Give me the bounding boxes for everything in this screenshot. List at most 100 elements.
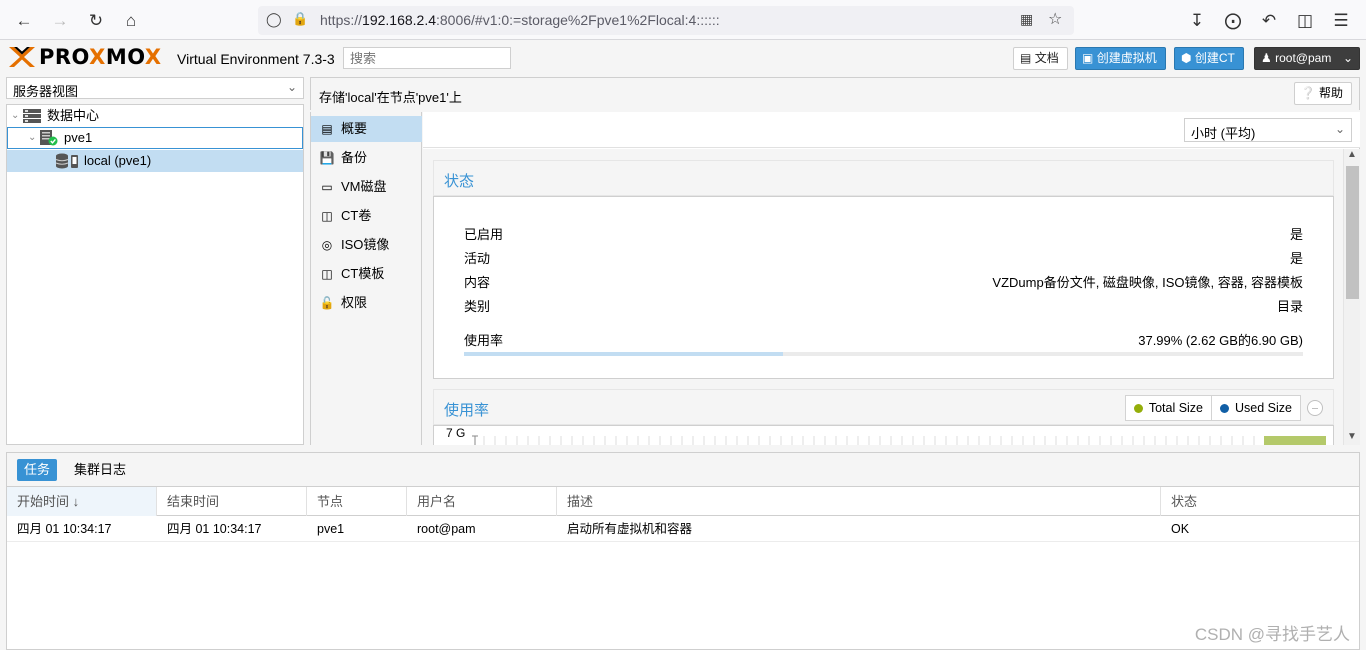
usage-chart-title: 使用率	[444, 402, 490, 419]
shield-icon: ◯	[266, 11, 282, 27]
submenu-item-vm-disks[interactable]: ▭ VM磁盘	[311, 174, 422, 200]
back-icon[interactable]: ←	[11, 8, 37, 34]
y-axis-top-label: 7 G	[446, 426, 466, 440]
help-icon: ❔	[1300, 86, 1316, 100]
cube-icon: ⬢	[1181, 51, 1192, 65]
summary-panel: 小时 (平均) ⌄ 状态 已启用是 活动是 内容 VZDump备份文件, 磁盘映像…	[423, 112, 1360, 445]
home-icon[interactable]: ⌂	[118, 8, 144, 34]
legend-dot	[1220, 403, 1230, 413]
help-button[interactable]: ❔ 帮助	[1293, 82, 1352, 105]
browser-toolbar: ← → ↻ ⌂ ◯ 🔒 https://192.168.2.4:8006/#v1…	[0, 0, 1366, 40]
page-title: 存储'local'在节点'pve1'上	[319, 90, 462, 105]
column-status[interactable]: 状态	[1161, 487, 1359, 516]
status-panel-header: 状态	[433, 160, 1334, 196]
menu-icon[interactable]: ☰	[1328, 8, 1354, 34]
screenshot-icon[interactable]: ⨀	[1220, 8, 1246, 34]
status-row-type: 类别 目录	[464, 299, 1303, 314]
column-node[interactable]: 节点	[307, 487, 407, 516]
bottom-tab-bar: 任务 集群日志	[7, 453, 1359, 487]
submenu-item-permissions[interactable]: 🔓 权限	[311, 290, 422, 316]
search-input[interactable]	[343, 47, 511, 69]
user-menu-button[interactable]: ♟ root@pam ⌄	[1254, 47, 1360, 70]
task-grid-header: 开始时间 ↓ 结束时间 节点 用户名 描述 状态	[7, 487, 1359, 516]
submenu-item-summary[interactable]: ▤ 概要	[311, 116, 422, 142]
submenu-item-backups[interactable]: 💾 备份	[311, 145, 422, 171]
usage-chart-plot	[472, 435, 1326, 445]
submenu-item-ct-volumes[interactable]: ◫ CT卷	[311, 203, 422, 229]
usage-chart: 7 G	[433, 425, 1334, 445]
chevron-down-icon: ⌄	[11, 110, 20, 121]
reload-icon[interactable]: ↻	[83, 8, 109, 34]
legend-dot	[1133, 403, 1143, 413]
tab-tasks[interactable]: 任务	[17, 459, 58, 481]
book-icon: ▤	[1020, 51, 1032, 65]
watermark: CSDN @寻找手艺人	[1194, 625, 1350, 644]
legend-item-total-size[interactable]: Total Size	[1126, 396, 1211, 420]
column-user[interactable]: 用户名	[407, 487, 557, 516]
scrollbar-thumb[interactable]	[1346, 166, 1359, 299]
disc-icon: ◎	[321, 238, 333, 252]
qr-code-icon[interactable]: ▦	[1020, 11, 1033, 28]
chevron-down-icon: ⌄	[1334, 122, 1345, 136]
server-online-icon	[40, 130, 58, 146]
collapse-chart-icon[interactable]	[1307, 400, 1323, 416]
extensions-icon[interactable]: ◫	[1292, 8, 1318, 34]
column-end-time[interactable]: 结束时间	[157, 487, 307, 516]
submenu-item-ct-templates[interactable]: ◫ CT模板	[311, 261, 422, 287]
version-label: Virtual Environment 7.3-3	[177, 51, 335, 67]
table-row[interactable]: 四月 01 10:34:17 四月 01 10:34:17 pve1 root@…	[7, 516, 1359, 542]
create-vm-button[interactable]: ▣ 创建虚拟机	[1075, 47, 1166, 70]
datacenter-icon	[23, 109, 41, 123]
tab-cluster-log[interactable]: 集群日志	[67, 459, 133, 481]
tree-item-node-pve1[interactable]: ⌄ pve1	[7, 127, 303, 149]
scroll-down-icon[interactable]: ▼	[1347, 431, 1357, 442]
status-row-active: 活动是	[464, 251, 1303, 266]
vertical-scrollbar[interactable]: ▲ ▼	[1343, 149, 1360, 445]
usage-progress-fill	[464, 352, 783, 356]
bookmark-star-icon[interactable]: ☆	[1048, 9, 1062, 29]
summary-toolbar: 小时 (平均) ⌄	[423, 112, 1360, 148]
status-row-content: 内容 VZDump备份文件, 磁盘映像, ISO镜像, 容器, 容器模板	[464, 275, 1303, 290]
storage-submenu: ▤ 概要 💾 备份 ▭ VM磁盘 ◫ CT卷 ◎ ISO镜像 ◫ CT模板 🔓 权限	[310, 112, 422, 445]
status-title: 状态	[444, 173, 475, 190]
view-select[interactable]: 服务器视图 ⌄	[6, 77, 304, 99]
download-icon[interactable]: ↧	[1184, 8, 1210, 34]
docs-button[interactable]: ▤ 文档	[1013, 47, 1068, 70]
status-panel: 已启用是 活动是 内容 VZDump备份文件, 磁盘映像, ISO镜像, 容器, …	[433, 196, 1334, 379]
proxmox-x-icon	[9, 47, 35, 67]
monitor-icon: ▣	[1082, 51, 1094, 65]
timeframe-select[interactable]: 小时 (平均) ⌄	[1184, 118, 1352, 142]
hdd-icon: ▭	[321, 180, 333, 194]
ct-volume-icon: ◫	[321, 209, 333, 223]
scroll-up-icon[interactable]: ▲	[1347, 149, 1357, 160]
chevron-down-icon: ⌄	[28, 132, 37, 143]
content-header: 存储'local'在节点'pve1'上 ❔ 帮助	[310, 77, 1360, 110]
submenu-item-iso-images[interactable]: ◎ ISO镜像	[311, 232, 422, 258]
status-row-enabled: 已启用是	[464, 227, 1303, 242]
proxmox-logo: PROXMOX	[7, 44, 162, 70]
forward-icon[interactable]: →	[47, 8, 73, 34]
floppy-icon: 💾	[319, 151, 335, 165]
usage-chart-header: 使用率 Total Size Used Size	[433, 389, 1334, 425]
status-row-usage: 使用率 37.99% (2.62 GB的6.90 GB)	[464, 333, 1303, 348]
chart-legend: Total Size Used Size	[1124, 395, 1301, 421]
resource-tree: ⌄ 数据中心 ⌄ pve1 local (pve1)	[6, 104, 304, 445]
address-bar[interactable]: ◯ 🔒 https://192.168.2.4:8006/#v1:0:=stor…	[258, 6, 1074, 35]
lock-warning-icon[interactable]: 🔒	[292, 11, 308, 27]
legend-item-used-size[interactable]: Used Size	[1211, 396, 1300, 420]
chevron-down-icon: ⌄	[286, 80, 297, 94]
url-text: https://192.168.2.4:8006/#v1:0:=storage%…	[320, 12, 720, 28]
tree-item-datacenter[interactable]: ⌄ 数据中心	[7, 105, 303, 127]
summary-scroll-area[interactable]: 状态 已启用是 活动是 内容 VZDump备份文件, 磁盘映像, ISO镜像, 容…	[423, 149, 1360, 445]
chevron-down-icon: ⌄	[1342, 51, 1353, 65]
create-ct-button[interactable]: ⬢ 创建CT	[1174, 47, 1244, 70]
tree-item-storage-local[interactable]: local (pve1)	[7, 150, 303, 172]
user-icon: ♟	[1261, 51, 1272, 65]
pve-header: PROXMOX Virtual Environment 7.3-3 ▤ 文档 ▣…	[0, 40, 1366, 74]
column-description[interactable]: 描述	[557, 487, 1161, 516]
template-icon: ◫	[321, 267, 333, 281]
undo-icon[interactable]: ↶	[1256, 8, 1282, 34]
storage-icon	[55, 153, 78, 169]
book-icon: ▤	[321, 122, 333, 136]
column-start-time[interactable]: 开始时间 ↓	[7, 487, 157, 516]
